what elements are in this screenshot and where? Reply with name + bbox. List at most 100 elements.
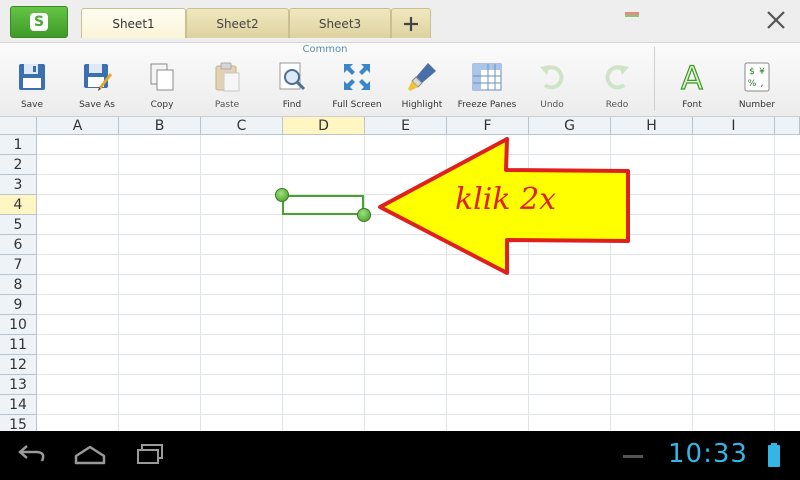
column-header-partial[interactable] <box>775 117 800 135</box>
annotation-text: klik 2x <box>455 182 557 217</box>
add-sheet-button[interactable] <box>391 8 431 38</box>
undo-label: Undo <box>540 100 564 110</box>
row-header-8[interactable]: 8 <box>0 275 37 295</box>
tab-sheet3[interactable]: Sheet3 <box>289 8 391 38</box>
row-header-15[interactable]: 15 <box>0 415 37 431</box>
copy-label: Copy <box>150 100 174 110</box>
grid-line <box>37 314 800 315</box>
number-format-icon: $ ¥ % , <box>744 62 770 92</box>
paste-button[interactable]: Paste <box>195 59 259 115</box>
ribbon-divider <box>654 47 655 111</box>
row-header-3[interactable]: 3 <box>0 175 37 195</box>
fullscreen-icon <box>344 64 370 90</box>
redo-label: Redo <box>605 100 629 110</box>
grid-line <box>774 135 775 431</box>
full-screen-label: Full Screen <box>332 100 382 110</box>
magnifier-icon <box>279 62 306 91</box>
column-header-e[interactable]: E <box>365 117 447 135</box>
freeze-panes-label: Freeze Panes <box>457 100 517 110</box>
home-icon <box>74 445 106 465</box>
grid-line <box>37 414 800 415</box>
number-button[interactable]: $ ¥ % , Number <box>725 59 789 115</box>
app-menu-button[interactable]: S <box>10 6 68 38</box>
grid-line <box>37 374 800 375</box>
row-header-7[interactable]: 7 <box>0 255 37 275</box>
svg-text:%: % <box>748 79 757 89</box>
column-header-i[interactable]: I <box>693 117 775 135</box>
paste-icon <box>215 62 240 92</box>
freeze-panes-button[interactable]: Freeze Panes <box>455 59 519 115</box>
highlight-button[interactable]: Highlight <box>390 59 454 115</box>
grid-line <box>200 135 201 431</box>
clock[interactable]: 10:33 <box>668 439 748 469</box>
column-header-d[interactable]: D <box>283 117 365 135</box>
column-header-g[interactable]: G <box>529 117 611 135</box>
save-label: Save <box>20 100 44 110</box>
selection-start-handle[interactable] <box>275 188 289 202</box>
find-button[interactable]: Find <box>260 59 324 115</box>
svg-text:A: A <box>681 61 703 93</box>
floppy-disk-icon <box>19 64 45 90</box>
highlight-label: Highlight <box>401 100 443 110</box>
grid-line <box>37 294 800 295</box>
row-header-1[interactable]: 1 <box>0 135 37 155</box>
active-cell-d4[interactable] <box>282 195 364 215</box>
battery-icon[interactable] <box>768 443 780 467</box>
row-header-12[interactable]: 12 <box>0 355 37 375</box>
recent-apps-button[interactable] <box>130 441 170 471</box>
highlighter-icon <box>408 63 436 91</box>
grid-line <box>118 135 119 431</box>
ribbon-group-label: Common <box>302 44 348 55</box>
mini-status-indicator <box>625 12 639 17</box>
grid-line <box>37 394 800 395</box>
save-button[interactable]: Save <box>0 59 64 115</box>
full-screen-button[interactable]: Full Screen <box>325 59 389 115</box>
row-header-10[interactable]: 10 <box>0 315 37 335</box>
svg-text:$: $ <box>749 67 755 77</box>
selection-end-handle[interactable] <box>357 208 371 222</box>
grid-line <box>37 334 800 335</box>
svg-text:¥: ¥ <box>759 67 765 77</box>
redo-button[interactable]: Redo <box>585 59 649 115</box>
row-header-4[interactable]: 4 <box>0 195 37 215</box>
home-button[interactable] <box>70 441 110 471</box>
back-button[interactable] <box>12 441 52 471</box>
font-button[interactable]: A Font <box>660 59 724 115</box>
paste-label: Paste <box>214 100 240 110</box>
column-header-h[interactable]: H <box>611 117 693 135</box>
number-label: Number <box>738 100 776 110</box>
copy-icon <box>150 63 174 91</box>
row-header-11[interactable]: 11 <box>0 335 37 355</box>
plus-icon <box>404 16 418 31</box>
column-header-b[interactable]: B <box>119 117 201 135</box>
select-all-corner[interactable] <box>0 117 37 135</box>
column-header-f[interactable]: F <box>447 117 529 135</box>
recent-apps-icon <box>137 444 163 464</box>
font-icon: A <box>680 61 703 93</box>
font-label: Font <box>682 100 702 110</box>
column-header-c[interactable]: C <box>201 117 283 135</box>
row-header-5[interactable]: 5 <box>0 215 37 235</box>
row-header-13[interactable]: 13 <box>0 375 37 395</box>
save-as-label: Save As <box>79 100 115 110</box>
svg-text:,: , <box>760 78 763 89</box>
copy-button[interactable]: Copy <box>130 59 194 115</box>
tab-sheet2[interactable]: Sheet2 <box>186 8 289 38</box>
column-header-a[interactable]: A <box>37 117 119 135</box>
row-header-6[interactable]: 6 <box>0 235 37 255</box>
system-nav-bar: 10:33 <box>0 431 800 480</box>
close-icon <box>767 11 785 29</box>
row-header-2[interactable]: 2 <box>0 155 37 175</box>
close-button[interactable] <box>764 8 788 32</box>
back-icon <box>18 445 45 462</box>
save-as-icon <box>84 64 112 91</box>
toolbar-ribbon: Common Save Save As Copy Paste Find Full… <box>0 43 800 117</box>
save-as-button[interactable]: Save As <box>65 59 129 115</box>
tab-sheet1[interactable]: Sheet1 <box>81 8 186 38</box>
row-header-14[interactable]: 14 <box>0 395 37 415</box>
undo-button[interactable]: Undo <box>520 59 584 115</box>
top-tab-bar: S Sheet1 Sheet2 Sheet3 <box>0 0 800 43</box>
grid-line <box>692 135 693 431</box>
row-header-9[interactable]: 9 <box>0 295 37 315</box>
redo-icon <box>605 65 629 90</box>
